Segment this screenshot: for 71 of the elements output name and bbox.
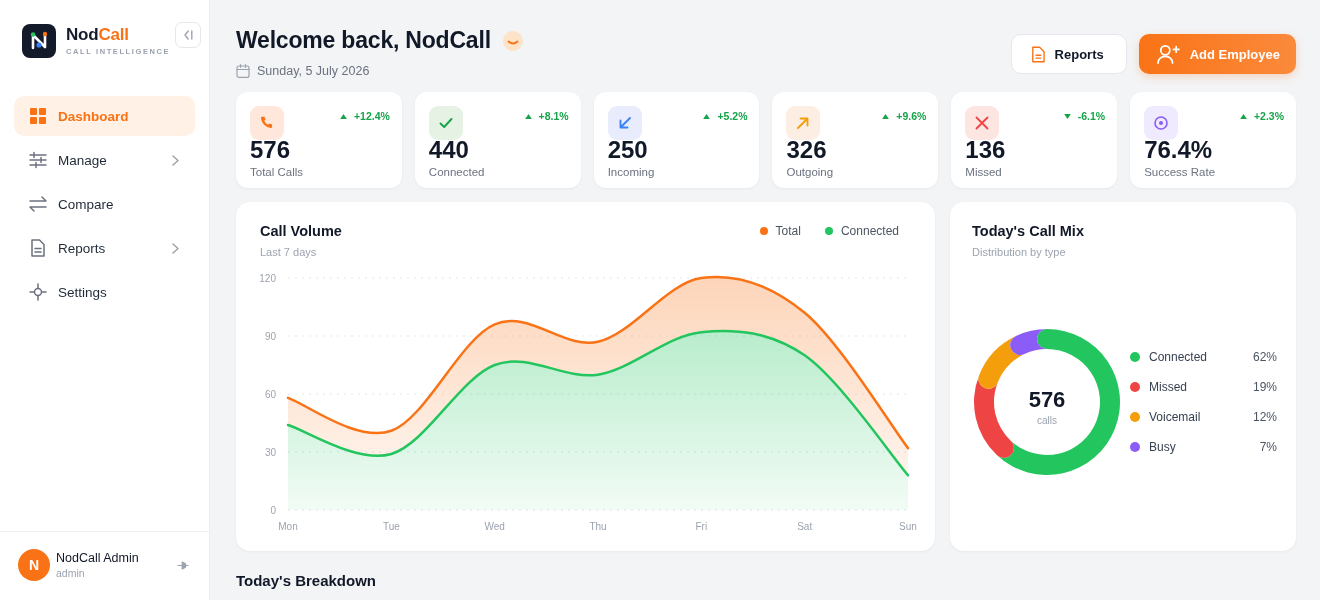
stat-label: Incoming [607, 165, 656, 180]
x-axis-label: Wed [484, 521, 505, 532]
section-title: Today's Breakdown [236, 571, 377, 591]
legend-percent: 62% [1252, 349, 1277, 364]
x-axis-label: Fri [695, 521, 708, 532]
legend-label: Connected [1149, 349, 1209, 364]
card-subtitle: Last 7 days [260, 245, 318, 260]
stat-label: Missed [965, 165, 1003, 180]
change-percent: +9.6% [896, 110, 927, 122]
date-text: Sunday, 5 July 2026 [257, 64, 370, 78]
legend-label: Voicemail [1149, 409, 1202, 424]
stat-value: 250 [607, 136, 649, 164]
change-percent: +12.4% [353, 110, 390, 122]
document-icon [1031, 44, 1045, 64]
grid-icon [29, 107, 47, 125]
legend-label: Busy [1149, 439, 1177, 454]
stat-value: 76.4% [1144, 136, 1214, 164]
donut-total-label: calls [1037, 414, 1057, 426]
change-percent: +5.2% [717, 110, 748, 122]
y-axis-label: 30 [264, 446, 276, 458]
user-avatar: N [18, 549, 50, 581]
brand-name: NodCall [66, 25, 130, 45]
stat-label: Outgoing [786, 165, 835, 180]
user-role: admin [56, 566, 86, 580]
crosshair-icon [29, 283, 47, 301]
change-percent: +8.1% [538, 110, 569, 122]
change-percent: +2.3% [1253, 110, 1284, 122]
user-plus-icon [1155, 44, 1180, 64]
card-subtitle: Distribution by type [972, 245, 1067, 260]
logo-icon [22, 24, 56, 58]
donut-total: 576 [1028, 386, 1066, 412]
change-percent: -6.1% [1077, 110, 1106, 122]
smile-icon [502, 31, 523, 51]
legend-label: Connected [840, 224, 899, 238]
card-title: Call Volume [260, 222, 342, 240]
nav-item[interactable]: Reports [14, 228, 195, 268]
y-axis-label: 0 [270, 504, 276, 516]
stat-value: 326 [786, 136, 828, 164]
stat-label: Connected [428, 165, 486, 180]
y-axis-label: 90 [264, 330, 276, 342]
card-title: Today's Call Mix [972, 222, 1085, 240]
stat-value: 136 [965, 136, 1007, 164]
user-name: NodCall Admin [56, 550, 140, 566]
reports-button[interactable]: Reports [1010, 34, 1127, 74]
legend-percent: 12% [1252, 409, 1277, 424]
collapse-sidebar-button[interactable] [175, 22, 201, 48]
x-axis-label: Mon [278, 521, 298, 532]
collapse-icon [183, 30, 193, 40]
stat-label: Success Rate [1144, 165, 1217, 180]
nav-item[interactable]: Settings [14, 272, 195, 312]
page-title: Welcome back, NodCall [236, 26, 491, 55]
y-axis-label: 60 [264, 388, 276, 400]
nav-item[interactable]: Compare [14, 184, 195, 224]
legend-percent: 19% [1252, 379, 1277, 394]
y-axis-label: 120 [259, 272, 276, 284]
x-axis-label: Sat [797, 521, 813, 532]
calendar-icon [236, 64, 250, 78]
stat-label: Total Calls [250, 165, 305, 180]
x-axis-label: Thu [589, 521, 607, 532]
document-icon [29, 239, 47, 257]
x-axis-label: Tue [382, 521, 400, 532]
legend-label: Total [775, 224, 801, 238]
stat-value: 440 [428, 136, 470, 164]
legend-label: Missed [1149, 379, 1188, 394]
x-axis-label: Sun [899, 521, 917, 532]
nav-item[interactable]: Manage [14, 140, 195, 180]
legend-percent: 7% [1259, 439, 1277, 454]
swap-arrows-icon [29, 195, 47, 213]
pin-icon[interactable] [177, 559, 189, 571]
sliders-icon [29, 151, 47, 169]
stat-value: 576 [250, 136, 292, 164]
